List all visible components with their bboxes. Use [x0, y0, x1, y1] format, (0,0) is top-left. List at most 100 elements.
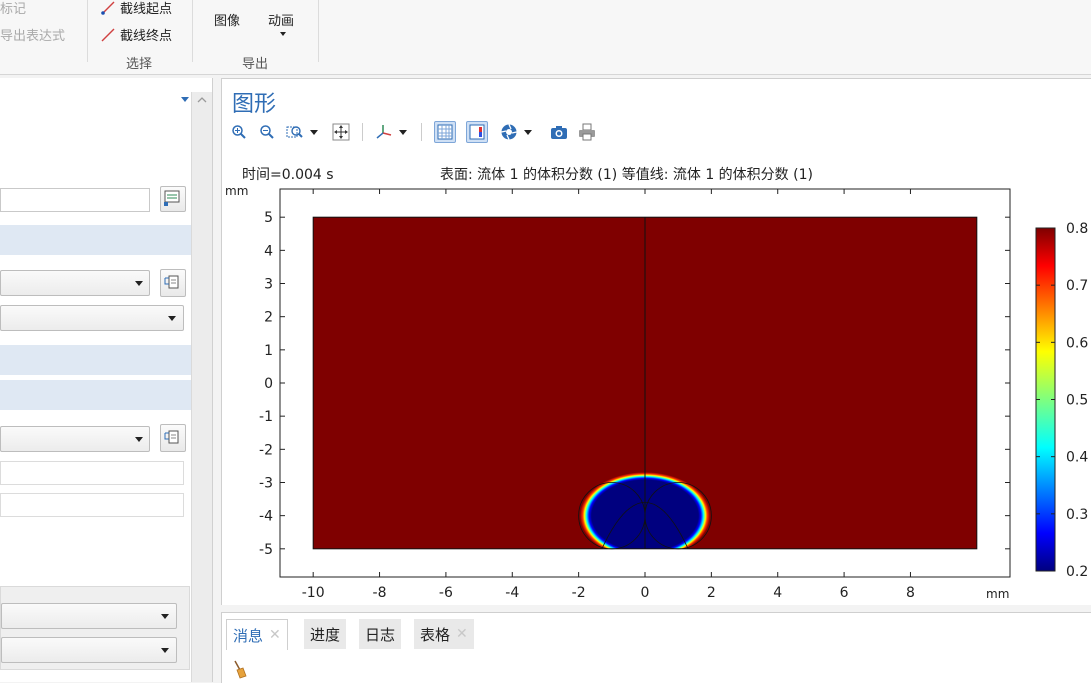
colorbar-tick-label: 0.8: [1066, 221, 1088, 237]
text-field[interactable]: [0, 493, 184, 517]
colorbar-tick-label: 0.3: [1066, 507, 1088, 523]
y-tick-label: -5: [259, 542, 273, 558]
x-tick-label: -4: [505, 585, 519, 601]
tab-label: 消息: [233, 626, 264, 645]
section-header[interactable]: [0, 225, 191, 255]
text-edit-icon: [164, 190, 180, 206]
dataset-select[interactable]: [0, 270, 150, 296]
export-expression-button[interactable]: 导出表达式: [0, 25, 65, 44]
tab-label: 日志: [365, 625, 396, 644]
zoom-menu-chevron-icon[interactable]: [310, 129, 318, 135]
y-tick-label: 0: [264, 376, 273, 392]
axis-menu-chevron-icon[interactable]: [399, 129, 407, 135]
x-tick-label: 6: [840, 585, 849, 601]
tab-log[interactable]: 日志: [359, 619, 402, 649]
camera-icon: [551, 126, 567, 139]
section-header[interactable]: [0, 345, 191, 375]
graphics-toolbar: [230, 121, 596, 143]
parameter-select[interactable]: [0, 426, 150, 452]
scroll-up-icon[interactable]: [197, 96, 207, 104]
axis-orientation-button[interactable]: [375, 123, 393, 141]
image-button[interactable]: 图像: [214, 10, 240, 29]
chevron-down-icon: [135, 437, 143, 442]
colorbar-tick-label: 0.4: [1066, 450, 1088, 466]
x-unit-label: mm: [986, 587, 1009, 601]
zoom-in-icon: [232, 125, 246, 139]
ribbon-divider: [318, 0, 319, 62]
cutline-start-icon: [101, 1, 115, 15]
time-select[interactable]: [0, 305, 184, 331]
ribbon-divider: [87, 0, 88, 62]
zoom-extents-button[interactable]: [332, 123, 350, 141]
zoom-box-icon: [286, 126, 303, 138]
colorbar-tick-label: 0.7: [1066, 278, 1088, 294]
y-tick-label: 2: [264, 310, 273, 326]
zoom-out-button[interactable]: [258, 123, 276, 141]
print-button[interactable]: [578, 123, 596, 141]
color-table-select[interactable]: [1, 637, 177, 663]
tab-messages[interactable]: 消息 ✕: [226, 619, 288, 650]
panel-menu-icon[interactable]: [181, 97, 189, 102]
x-tick-label: -2: [572, 585, 586, 601]
colorbar-tick-label: 0.6: [1066, 335, 1088, 351]
label-input[interactable]: [0, 188, 150, 212]
export-group-label: 导出: [242, 57, 269, 72]
graphics-window: 图形 时间=0.004 s 表面: 流体 1 的体积分数 (1) 等值线: 流体…: [221, 78, 1091, 605]
tab-progress[interactable]: 进度: [304, 619, 347, 649]
chevron-down-icon: [135, 281, 143, 286]
chevron-down-icon: [168, 316, 176, 321]
plot-title: 表面: 流体 1 的体积分数 (1) 等值线: 流体 1 的体积分数 (1): [440, 166, 813, 183]
tab-table[interactable]: 表格 ✕: [414, 619, 474, 649]
ribbon: 标记 导出表达式 截线起点 截线终点 选择 图像 动画 导出: [0, 0, 1091, 75]
y-tick-label: 5: [264, 210, 273, 226]
panel-scrollbar[interactable]: [191, 92, 212, 682]
text-settings-button[interactable]: [160, 186, 186, 212]
cutline-end-button[interactable]: 截线终点: [100, 25, 172, 44]
zoom-extents-icon: [332, 123, 350, 141]
close-icon[interactable]: ✕: [269, 627, 281, 643]
cutline-end-icon: [101, 28, 115, 41]
y-tick-label: 1: [264, 343, 273, 359]
cutline-start-button[interactable]: 截线起点: [100, 0, 172, 17]
toolbar-divider: [421, 123, 422, 141]
x-tick-label: -10: [302, 585, 325, 601]
clear-broom-icon[interactable]: [232, 659, 248, 679]
animation-label: 动画: [268, 14, 295, 29]
select-group-label: 选择: [126, 57, 153, 72]
close-icon[interactable]: ✕: [456, 626, 468, 642]
go-to-source-button[interactable]: [160, 424, 186, 452]
snapshot-button[interactable]: [550, 123, 568, 141]
y-tick-label: 4: [264, 243, 273, 259]
plot-canvas[interactable]: 时间=0.004 s 表面: 流体 1 的体积分数 (1) 等值线: 流体 1 …: [222, 147, 1090, 603]
coloring-select[interactable]: [1, 603, 177, 629]
scene-menu-chevron-icon[interactable]: [524, 129, 532, 135]
y-tick-label: 3: [264, 277, 273, 293]
section-header[interactable]: [0, 380, 191, 410]
chevron-down-icon: [161, 648, 169, 653]
x-tick-label: -8: [373, 585, 387, 601]
x-tick-label: 8: [906, 585, 915, 601]
x-tick-label: -6: [439, 585, 453, 601]
colorbar-tick-label: 0.5: [1066, 393, 1088, 409]
x-tick-label: 2: [707, 585, 716, 601]
scene-light-button[interactable]: [500, 123, 518, 141]
animation-button[interactable]: 动画: [268, 10, 300, 40]
mark-button[interactable]: 标记: [0, 0, 26, 17]
color-legend-toggle-button[interactable]: [466, 121, 488, 143]
cutline-end-label: 截线终点: [120, 29, 173, 44]
y-tick-label: -4: [259, 509, 273, 525]
y-tick-label: -1: [259, 409, 273, 425]
cutline-start-label: 截线起点: [120, 2, 173, 17]
zoom-in-button[interactable]: [230, 123, 248, 141]
tab-label: 表格: [420, 625, 451, 644]
colorbar-tick-label: 0.2: [1066, 564, 1088, 580]
zoom-box-button[interactable]: [286, 123, 304, 141]
printer-icon: [579, 123, 595, 141]
y-tick-label: -3: [259, 475, 273, 491]
settings-panel: [0, 78, 213, 682]
toolbar-divider: [362, 123, 363, 141]
grid-toggle-button[interactable]: [434, 121, 456, 143]
messages-area: 消息 ✕ 进度 日志 表格 ✕: [221, 612, 1091, 683]
go-to-source-button[interactable]: [160, 269, 186, 297]
text-field[interactable]: [0, 461, 184, 485]
